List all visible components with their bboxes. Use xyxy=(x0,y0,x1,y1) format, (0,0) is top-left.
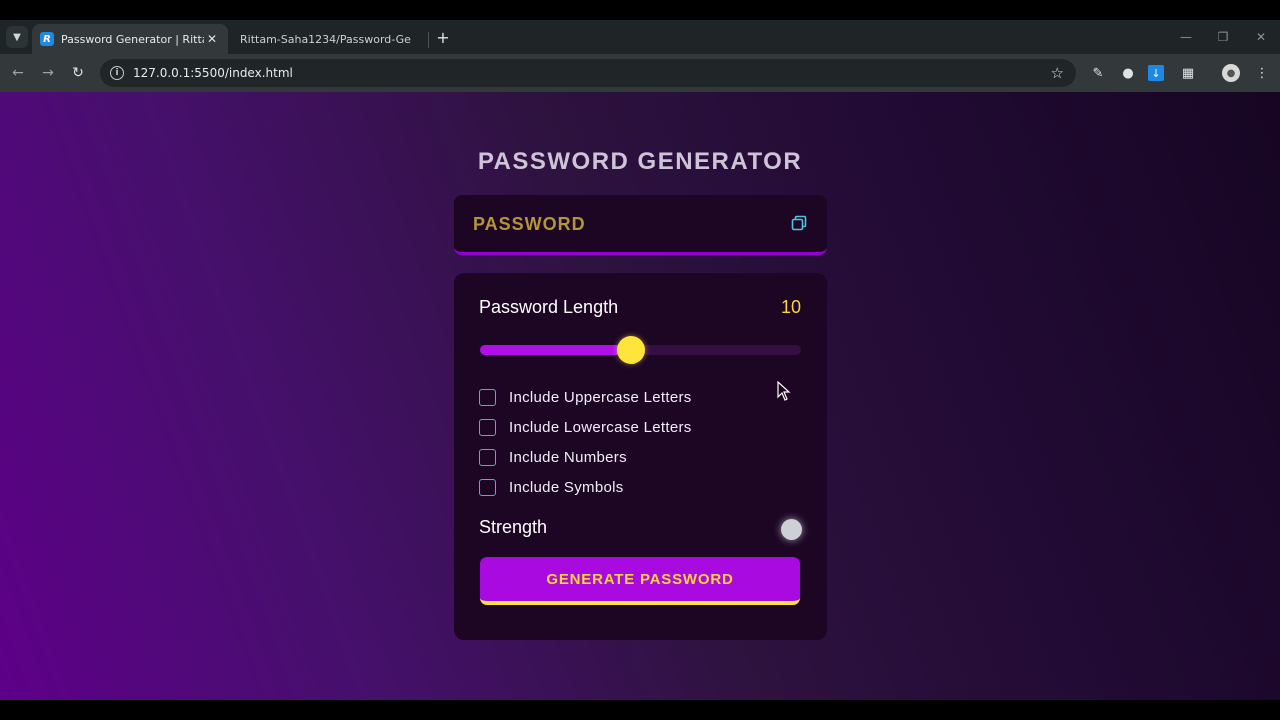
minimize-icon[interactable]: — xyxy=(1176,28,1196,46)
length-value: 10 xyxy=(780,297,801,317)
browser-toolbar: ← → ↻ i 127.0.0.1:5500/index.html ☆ ✎ ● … xyxy=(0,54,1280,92)
uppercase-checkbox[interactable] xyxy=(479,388,496,406)
menu-kebab-icon[interactable]: ⋮ xyxy=(1252,63,1272,83)
length-slider[interactable] xyxy=(480,336,801,364)
screen-top-border xyxy=(0,0,1280,20)
site-favicon: R xyxy=(40,32,54,46)
option-symbols[interactable]: Include Symbols xyxy=(479,476,624,498)
back-icon[interactable]: ← xyxy=(8,63,28,83)
restore-icon[interactable]: ❐ xyxy=(1213,28,1233,46)
option-uppercase[interactable]: Include Uppercase Letters xyxy=(479,386,692,408)
tab-search-button[interactable]: ▼ xyxy=(6,26,28,48)
page-viewport: PASSWORD GENERATOR PASSWORD Password Len… xyxy=(0,92,1280,700)
tab-title: Password Generator | Rittam Sa xyxy=(61,32,204,46)
profile-avatar[interactable]: ● xyxy=(1222,64,1240,82)
option-label: Include Numbers xyxy=(509,448,627,466)
password-output[interactable]: PASSWORD xyxy=(473,214,586,235)
url-text: 127.0.0.1:5500/index.html xyxy=(133,66,293,80)
numbers-checkbox[interactable] xyxy=(479,448,496,466)
strength-label: Strength xyxy=(479,517,548,537)
camera-extension-icon[interactable]: ● xyxy=(1118,63,1138,83)
lowercase-checkbox[interactable] xyxy=(479,418,496,436)
generate-password-button[interactable]: GENERATE PASSWORD xyxy=(480,557,800,605)
tab-separator xyxy=(428,32,429,48)
address-bar[interactable]: i 127.0.0.1:5500/index.html ☆ xyxy=(100,59,1076,87)
slider-thumb[interactable] xyxy=(616,336,645,364)
generator-card: Password Length 10 Include Uppercase Let… xyxy=(454,273,827,640)
option-numbers[interactable]: Include Numbers xyxy=(479,446,627,468)
new-tab-button[interactable]: + xyxy=(434,28,452,47)
extensions-puzzle-icon[interactable]: ▦ xyxy=(1178,63,1198,83)
option-label: Include Lowercase Letters xyxy=(509,418,692,436)
forward-icon[interactable]: → xyxy=(38,63,58,83)
length-label: Password Length xyxy=(479,297,619,317)
bookmark-star-icon[interactable]: ☆ xyxy=(1051,64,1064,82)
tab-github-repo[interactable]: Rittam-Saha1234/Password-Ge xyxy=(232,24,426,54)
strength-indicator xyxy=(781,519,802,540)
option-label: Include Uppercase Letters xyxy=(509,388,692,406)
slider-fill xyxy=(480,345,631,355)
tab-password-generator[interactable]: R Password Generator | Rittam Sa ✕ xyxy=(32,24,228,54)
symbols-checkbox[interactable] xyxy=(479,478,496,496)
download-extension-icon[interactable]: ↓ xyxy=(1148,65,1164,81)
copy-icon[interactable] xyxy=(791,215,807,231)
password-display: PASSWORD xyxy=(454,195,827,255)
pen-extension-icon[interactable]: ✎ xyxy=(1088,63,1108,83)
option-lowercase[interactable]: Include Lowercase Letters xyxy=(479,416,692,438)
reload-icon[interactable]: ↻ xyxy=(68,63,88,83)
tab-title: Rittam-Saha1234/Password-Ge xyxy=(240,32,411,46)
window-close-icon[interactable]: ✕ xyxy=(1251,28,1271,46)
page-title: PASSWORD GENERATOR xyxy=(477,148,803,175)
site-info-icon[interactable]: i xyxy=(110,66,124,80)
mouse-cursor-icon xyxy=(777,381,791,401)
close-icon[interactable]: ✕ xyxy=(204,32,220,46)
screen-bottom-border xyxy=(0,700,1280,720)
tab-strip: ▼ R Password Generator | Rittam Sa ✕ Rit… xyxy=(0,20,1280,54)
option-label: Include Symbols xyxy=(509,478,624,496)
